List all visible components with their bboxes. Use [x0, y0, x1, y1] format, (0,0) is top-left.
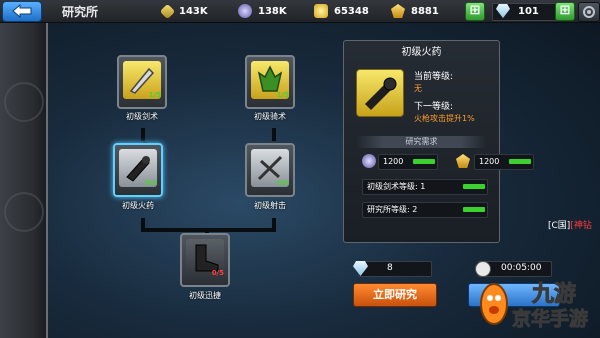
plus-icon: ⊞ — [559, 3, 571, 18]
gear-icon — [583, 6, 595, 18]
watermark-line2: 京华手游 — [511, 308, 589, 331]
research-now-button[interactable]: 立即研究 — [353, 283, 437, 307]
gear-decoration-icon — [4, 82, 44, 122]
diamond-display: 101 — [496, 2, 539, 20]
cost-purple: 1200 — [378, 154, 438, 170]
requirement-met-bar — [509, 159, 531, 164]
current-level-label: 当前等级: — [414, 72, 454, 82]
skill-node-sword[interactable]: 1/5 — [117, 55, 167, 109]
cost-gold: 1200 — [474, 154, 534, 170]
left-frame — [0, 22, 48, 338]
skill-label-shooting: 初级射击 — [254, 201, 286, 210]
requirement-sword-level: 初级剑术等级: 1 — [362, 179, 488, 195]
skill-detail-panel: 初级火药 当前等级: 无 下一等级: 火枪攻击提升1% 研究需求 1200 12… — [343, 40, 534, 243]
purple-ore-icon — [362, 154, 376, 168]
settings-button[interactable] — [578, 2, 600, 22]
chat-snippet: [C国][神钻 — [548, 221, 592, 231]
gold-gem-icon — [456, 154, 470, 168]
requirements-header: 研究需求 — [356, 136, 487, 148]
current-level-value: 无 — [414, 84, 422, 93]
skill-node-shooting[interactable]: 0/5 — [245, 143, 295, 197]
next-level-value: 火枪攻击提升1% — [414, 114, 475, 123]
diamond-icon — [496, 4, 510, 18]
skill-node-riding[interactable]: 1/5 — [245, 55, 295, 109]
panel-title: 初级火药 — [401, 47, 442, 58]
add-resource-button[interactable]: ⊞ — [465, 2, 485, 21]
skill-label-gun: 初级火药 — [122, 201, 154, 210]
back-button[interactable] — [2, 1, 42, 22]
resource-purple-ore: 138K — [238, 2, 287, 20]
add-diamond-button[interactable]: ⊞ — [555, 2, 575, 21]
gold-ore-icon — [159, 3, 176, 19]
skill-node-gun[interactable]: 0/5 — [113, 143, 163, 197]
back-arrow-icon — [12, 4, 32, 18]
gear-decoration-icon — [4, 192, 44, 232]
skill-label-sword: 初级剑术 — [126, 112, 158, 121]
tree-connector — [141, 128, 145, 141]
page-title: 研究所 — [62, 5, 99, 19]
skill-label-speed: 初级迅捷 — [189, 291, 221, 300]
requirement-met-bar — [413, 159, 435, 164]
cannon-icon — [356, 69, 404, 117]
plus-icon: ⊞ — [469, 3, 481, 18]
gold-coin-icon — [314, 4, 328, 18]
resource-gold-ore: 143K — [159, 2, 208, 20]
resource-gold-gem: 8881 — [391, 2, 439, 20]
diamond-cost-box: 8 — [353, 261, 432, 277]
requirement-met-bar — [463, 184, 485, 189]
gold-gem-icon — [391, 4, 405, 18]
tree-connector — [272, 128, 276, 141]
requirement-lab-level: 研究所等级: 2 — [362, 202, 488, 218]
skill-label-riding: 初级骑术 — [254, 112, 286, 121]
diamond-icon — [353, 261, 368, 276]
skill-node-speed[interactable]: 0/5 — [180, 233, 230, 287]
resource-gold-coin: 65348 — [314, 2, 369, 20]
requirement-met-bar — [463, 207, 485, 212]
next-level-label: 下一等级: — [414, 102, 454, 112]
purple-ore-icon — [238, 4, 252, 18]
